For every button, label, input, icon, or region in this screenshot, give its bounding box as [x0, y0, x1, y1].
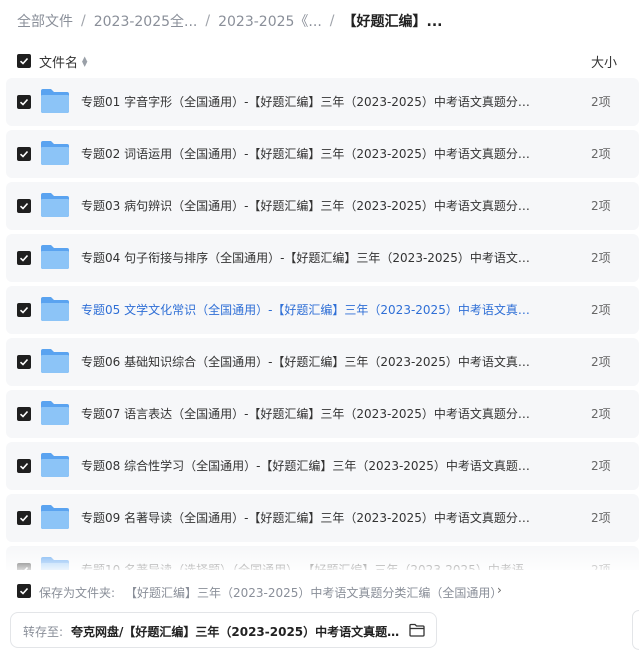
column-name-label: 文件名	[39, 56, 79, 71]
file-size: 2项	[591, 199, 611, 213]
check-icon	[19, 254, 29, 262]
folder-icon	[40, 400, 70, 426]
check-icon	[19, 514, 29, 522]
folder-icon[interactable]	[409, 623, 425, 637]
file-size: 2项	[591, 355, 611, 369]
row-checkbox[interactable]	[17, 147, 31, 161]
breadcrumb-level-1[interactable]: 2023-2025全...	[94, 11, 198, 31]
check-icon	[19, 358, 29, 366]
file-name[interactable]: 专题10 名著导读（选择题）（全国通用）-【好题汇编】三年（2023-2025）…	[81, 561, 541, 570]
file-row[interactable]: 专题08 综合性学习（全国通用）-【好题汇编】三年（2023-2025）中考语文…	[6, 442, 639, 490]
file-name[interactable]: 专题09 名著导读（全国通用）-【好题汇编】三年（2023-2025）中考语文真…	[81, 509, 541, 526]
row-checkbox[interactable]	[17, 563, 31, 570]
file-size: 2项	[591, 407, 611, 421]
check-icon	[19, 462, 29, 470]
row-checkbox[interactable]	[17, 199, 31, 213]
save-as-folder-name: 【好题汇编】三年（2023-2025）中考语文真题分类汇编（全国通用）	[125, 586, 503, 600]
file-name[interactable]: 专题06 基础知识综合（全国通用）-【好题汇编】三年（2023-2025）中考语…	[81, 353, 541, 370]
check-icon	[19, 410, 29, 418]
file-size: 2项	[591, 563, 611, 570]
folder-icon	[40, 348, 70, 374]
check-icon	[19, 98, 29, 106]
folder-icon	[40, 296, 70, 322]
check-icon	[19, 202, 29, 210]
folder-icon	[40, 244, 70, 270]
file-name[interactable]: 专题04 句子衔接与排序（全国通用）-【好题汇编】三年（2023-2025）中考…	[81, 249, 541, 266]
folder-icon	[40, 452, 70, 478]
column-header-size: 大小	[591, 56, 618, 71]
file-size: 2项	[591, 147, 611, 161]
select-all-checkbox[interactable]	[17, 54, 31, 68]
breadcrumb-current: 【好题汇编】...	[342, 14, 443, 30]
save-as-folder-label: 保存为文件夹:	[39, 586, 116, 600]
chevron-right-icon[interactable]: ›	[497, 583, 502, 597]
folder-icon	[40, 88, 70, 114]
row-checkbox[interactable]	[17, 459, 31, 473]
side-button-edge[interactable]	[632, 610, 639, 650]
breadcrumb-separator: /	[81, 13, 86, 29]
breadcrumb-all-files[interactable]: 全部文件	[17, 11, 73, 31]
check-icon	[19, 150, 29, 158]
row-checkbox[interactable]	[17, 355, 31, 369]
row-checkbox[interactable]	[17, 407, 31, 421]
breadcrumb: 全部文件 / 2023-2025全... / 2023-2025《... / 【…	[17, 10, 442, 32]
destination-label: 转存至:	[23, 625, 64, 639]
file-name[interactable]: 专题02 词语运用（全国通用）-【好题汇编】三年（2023-2025）中考语文真…	[81, 145, 541, 162]
file-size: 2项	[591, 511, 611, 525]
file-row[interactable]: 专题09 名著导读（全国通用）-【好题汇编】三年（2023-2025）中考语文真…	[6, 494, 639, 542]
check-icon	[19, 306, 29, 314]
file-row[interactable]: 专题10 名著导读（选择题）（全国通用）-【好题汇编】三年（2023-2025）…	[6, 546, 639, 570]
save-as-folder-bar: 保存为文件夹: 【好题汇编】三年（2023-2025）中考语文真题分类汇编（全国…	[0, 578, 639, 604]
row-checkbox[interactable]	[17, 303, 31, 317]
check-icon	[20, 566, 29, 570]
file-row[interactable]: 专题02 词语运用（全国通用）-【好题汇编】三年（2023-2025）中考语文真…	[6, 130, 639, 178]
file-row[interactable]: 专题07 语言表达（全国通用）-【好题汇编】三年（2023-2025）中考语文真…	[6, 390, 639, 438]
file-row[interactable]: 专题01 字音字形（全国通用）-【好题汇编】三年（2023-2025）中考语文真…	[6, 78, 639, 126]
file-name[interactable]: 专题07 语言表达（全国通用）-【好题汇编】三年（2023-2025）中考语文真…	[81, 405, 541, 422]
file-size: 2项	[591, 459, 611, 473]
row-checkbox[interactable]	[17, 511, 31, 525]
folder-icon	[40, 504, 70, 530]
file-name[interactable]: 专题05 文学文化常识（全国通用）-【好题汇编】三年（2023-2025）中考语…	[81, 301, 541, 318]
breadcrumb-level-2[interactable]: 2023-2025《...	[218, 11, 322, 31]
destination-picker[interactable]: 转存至: 夸克网盘/【好题汇编】三年（2023-2025）中考语文真题分类汇编（…	[10, 612, 437, 648]
breadcrumb-separator: /	[205, 13, 211, 29]
row-checkbox[interactable]	[17, 251, 31, 265]
file-name[interactable]: 专题08 综合性学习（全国通用）-【好题汇编】三年（2023-2025）中考语文…	[81, 457, 541, 474]
file-row[interactable]: 专题05 文学文化常识（全国通用）-【好题汇编】三年（2023-2025）中考语…	[6, 286, 639, 334]
file-row[interactable]: 专题06 基础知识综合（全国通用）-【好题汇编】三年（2023-2025）中考语…	[6, 338, 639, 386]
row-checkbox[interactable]	[17, 95, 31, 109]
folder-icon	[40, 556, 70, 570]
breadcrumb-separator: /	[329, 13, 335, 29]
file-size: 2项	[591, 303, 611, 317]
folder-icon	[40, 192, 70, 218]
column-header-name[interactable]: 文件名 ▲ ▼	[39, 52, 87, 71]
destination-path: 夸克网盘/【好题汇编】三年（2023-2025）中考语文真题分类汇编（全国通用）	[71, 625, 401, 639]
file-size: 2项	[591, 95, 611, 109]
folder-icon	[40, 140, 70, 166]
sort-icon[interactable]: ▲ ▼	[82, 55, 87, 67]
file-row[interactable]: 专题04 句子衔接与排序（全国通用）-【好题汇编】三年（2023-2025）中考…	[6, 234, 639, 282]
file-name[interactable]: 专题01 字音字形（全国通用）-【好题汇编】三年（2023-2025）中考语文真…	[81, 93, 541, 110]
list-header: 文件名 ▲ ▼ 大小	[0, 48, 639, 74]
file-size: 2项	[591, 251, 611, 265]
check-icon	[19, 57, 29, 65]
check-icon	[19, 587, 29, 595]
file-list: 专题01 字音字形（全国通用）-【好题汇编】三年（2023-2025）中考语文真…	[0, 78, 639, 570]
file-row[interactable]: 专题03 病句辨识（全国通用）-【好题汇编】三年（2023-2025）中考语文真…	[6, 182, 639, 230]
file-name[interactable]: 专题03 病句辨识（全国通用）-【好题汇编】三年（2023-2025）中考语文真…	[81, 197, 541, 214]
save-as-folder-checkbox[interactable]	[17, 584, 31, 598]
